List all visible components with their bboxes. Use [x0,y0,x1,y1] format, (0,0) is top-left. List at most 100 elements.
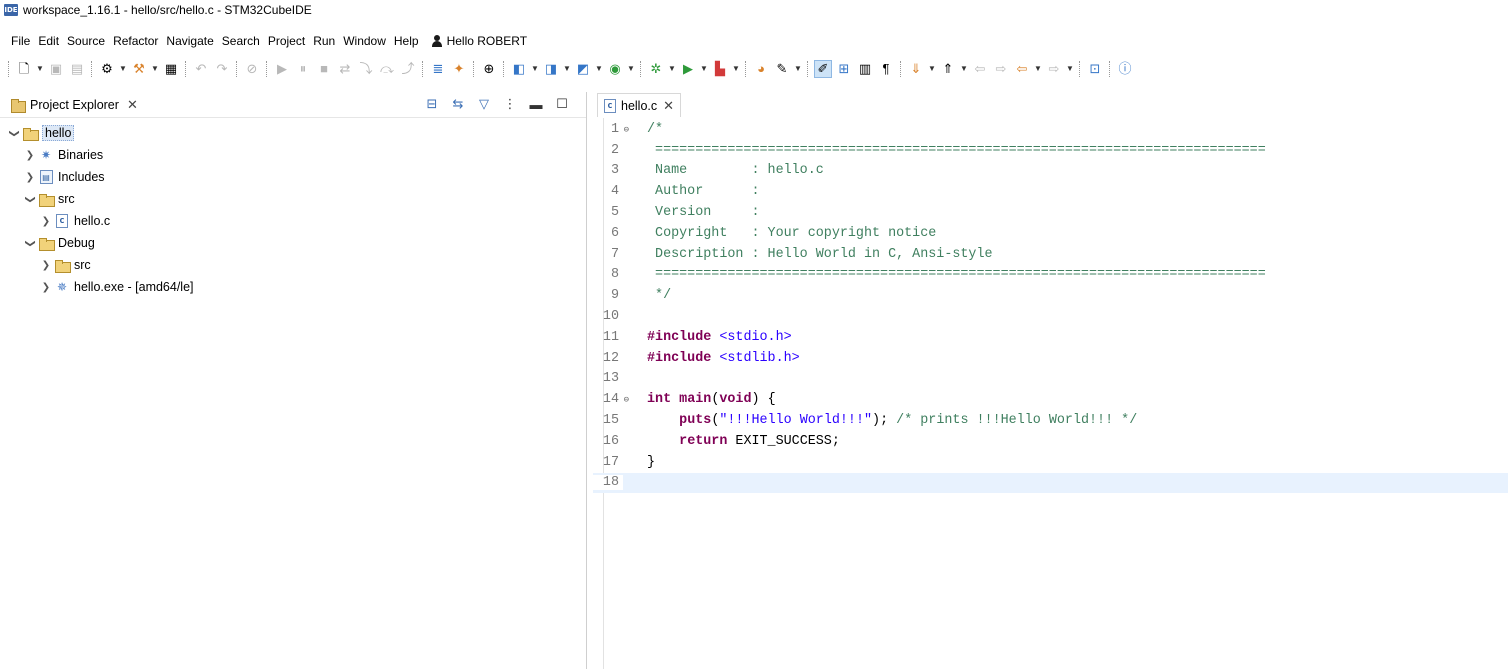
tree-item[interactable]: ❯ ▤ Includes [0,166,586,188]
chevron-right-icon[interactable]: ❯ [40,282,52,293]
navigate-back-icon[interactable]: ⇦ [1013,60,1031,78]
open-perspective-icon[interactable]: ⊡ [1086,60,1104,78]
chevron-right-icon[interactable]: ❯ [24,150,36,161]
navigate-forward-dropdown-icon[interactable]: ▼ [1066,60,1074,78]
code-editor[interactable]: 1 ⊖ /* 2 ==================================… [593,119,1508,494]
new-class-wizard-icon[interactable]: ◉ [606,60,624,78]
tree-item[interactable]: ❯ c hello.c [0,210,586,232]
last-edit-forward-icon[interactable]: ⇨ [992,60,1010,78]
chevron-right-icon[interactable]: ❯ [40,260,52,271]
show-source-icon[interactable]: ▥ [856,60,874,78]
device-config-icon[interactable]: ⊕ [480,60,498,78]
menu-search[interactable]: Search [222,34,260,48]
collapse-all-icon[interactable]: ⊟ [424,96,440,112]
step-over-icon[interactable]: ⤼ [378,60,396,78]
open-element-icon[interactable]: ✦ [450,60,468,78]
user-menu[interactable]: Hello ROBERT [431,34,535,48]
previous-annotation-dropdown-icon[interactable]: ▼ [960,60,968,78]
code-line[interactable]: 15 puts("!!!Hello World!!!"); /* prints … [593,410,1508,431]
show-whitespace-icon[interactable]: ¶ [877,60,895,78]
instruction-stepping-icon[interactable]: ≣ [429,60,447,78]
menu-help[interactable]: Help [394,34,419,48]
terminate-icon[interactable]: ■ [315,60,333,78]
previous-annotation-icon[interactable]: ⇑ [939,60,957,78]
new-project-dropdown-icon[interactable]: ▼ [531,60,539,78]
new-project-icon[interactable]: ◧ [510,60,528,78]
menu-source[interactable]: Source [67,34,105,48]
new-class-dropdown-icon[interactable]: ▼ [595,60,603,78]
minimize-icon[interactable]: ▬ [528,96,544,112]
chevron-down-icon[interactable]: ❯ [25,193,36,205]
view-menu-icon[interactable]: ⋮ [502,96,518,112]
menu-refactor[interactable]: Refactor [113,34,158,48]
new-file-icon[interactable]: 🗋 [15,60,33,78]
run-icon[interactable]: ▶ [679,60,697,78]
tree-item[interactable]: ❯ Debug [0,232,586,254]
fold-toggle-icon[interactable]: ⊖ [624,395,629,405]
last-edit-back-icon[interactable]: ⇦ [971,60,989,78]
binary-icon[interactable]: ▦ [162,60,180,78]
close-icon[interactable]: ✕ [663,98,674,114]
resume-icon[interactable]: ▶ [273,60,291,78]
new-class-icon[interactable]: ◩ [574,60,592,78]
save-all-icon[interactable]: ▤ [68,60,86,78]
menu-window[interactable]: Window [343,34,386,48]
tree-item[interactable]: ❯ hello [0,122,586,144]
menu-edit[interactable]: Edit [38,34,59,48]
build-dropdown-icon[interactable]: ▼ [151,60,159,78]
new-folder-dropdown-icon[interactable]: ▼ [563,60,571,78]
pen-icon[interactable]: ✎ [773,60,791,78]
tree-item[interactable]: ❯ ✵ hello.exe - [amd64/le] [0,276,586,298]
code-line[interactable]: 8 ======================================… [593,265,1508,286]
chevron-down-icon[interactable]: ❯ [25,237,36,249]
next-annotation-dropdown-icon[interactable]: ▼ [928,60,936,78]
debug-bug-icon[interactable]: ✲ [647,60,665,78]
code-line[interactable]: 13 [593,369,1508,390]
code-line[interactable]: 2 ======================================… [593,140,1508,161]
navigate-back-dropdown-icon[interactable]: ▼ [1034,60,1042,78]
code-line[interactable]: 12 #include <stdlib.h> [593,348,1508,369]
tree-item[interactable]: ❯ src [0,188,586,210]
tree-item[interactable]: ❯ ✷ Binaries [0,144,586,166]
code-line[interactable]: 14 ⊖ int main(void) { [593,389,1508,410]
suspend-icon[interactable]: ⏸ [294,60,312,78]
navigate-forward-icon[interactable]: ⇨ [1045,60,1063,78]
code-line[interactable]: 1 ⊖ /* [593,119,1508,140]
next-annotation-icon[interactable]: ⇓ [907,60,925,78]
disconnect-icon[interactable]: ⇄ [336,60,354,78]
menu-navigate[interactable]: Navigate [166,34,213,48]
debug-dropdown-icon[interactable]: ▼ [668,60,676,78]
tree-item[interactable]: ❯ src [0,254,586,276]
build-config-dropdown-icon[interactable]: ▼ [119,60,127,78]
chevron-right-icon[interactable]: ❯ [24,172,36,183]
code-line[interactable]: 9 */ [593,285,1508,306]
new-class-wizard-dropdown-icon[interactable]: ▼ [627,60,635,78]
code-line[interactable]: 11 #include <stdio.h> [593,327,1508,348]
step-into-icon[interactable]: ⤵ [357,60,375,78]
code-line[interactable]: 6 Copyright : Your copyright notice [593,223,1508,244]
chevron-right-icon[interactable]: ❯ [40,216,52,227]
code-line[interactable]: 5 Version : [593,202,1508,223]
menu-file[interactable]: File [11,34,30,48]
forward-arrow-icon[interactable]: ↷ [213,60,231,78]
new-folder-icon[interactable]: ◨ [542,60,560,78]
code-line[interactable]: 3 Name : hello.c [593,161,1508,182]
code-line[interactable]: 18 [593,472,1508,494]
code-line[interactable]: 4 Author : [593,181,1508,202]
code-line[interactable]: 16 return EXIT_SUCCESS; [593,431,1508,452]
back-arrow-icon[interactable]: ↶ [192,60,210,78]
build-hammer-icon[interactable]: ⚒ [130,60,148,78]
menu-run[interactable]: Run [313,34,335,48]
new-dropdown-icon[interactable]: ▼ [36,60,44,78]
run-dropdown-icon[interactable]: ▼ [700,60,708,78]
info-icon[interactable]: ⓘ [1116,60,1134,78]
mark-occurrences-icon[interactable]: ✐ [814,59,832,78]
filter-icon[interactable]: ▽ [476,96,492,112]
save-icon[interactable]: ▣ [47,60,65,78]
step-return-icon[interactable]: ⤴ [399,60,417,78]
external-tools-icon[interactable]: ▙ [711,60,729,78]
chevron-down-icon[interactable]: ❯ [9,127,20,139]
open-type-icon[interactable]: ◕ [752,60,770,78]
close-icon[interactable]: ✕ [127,97,138,113]
maximize-icon[interactable]: ☐ [554,96,570,112]
